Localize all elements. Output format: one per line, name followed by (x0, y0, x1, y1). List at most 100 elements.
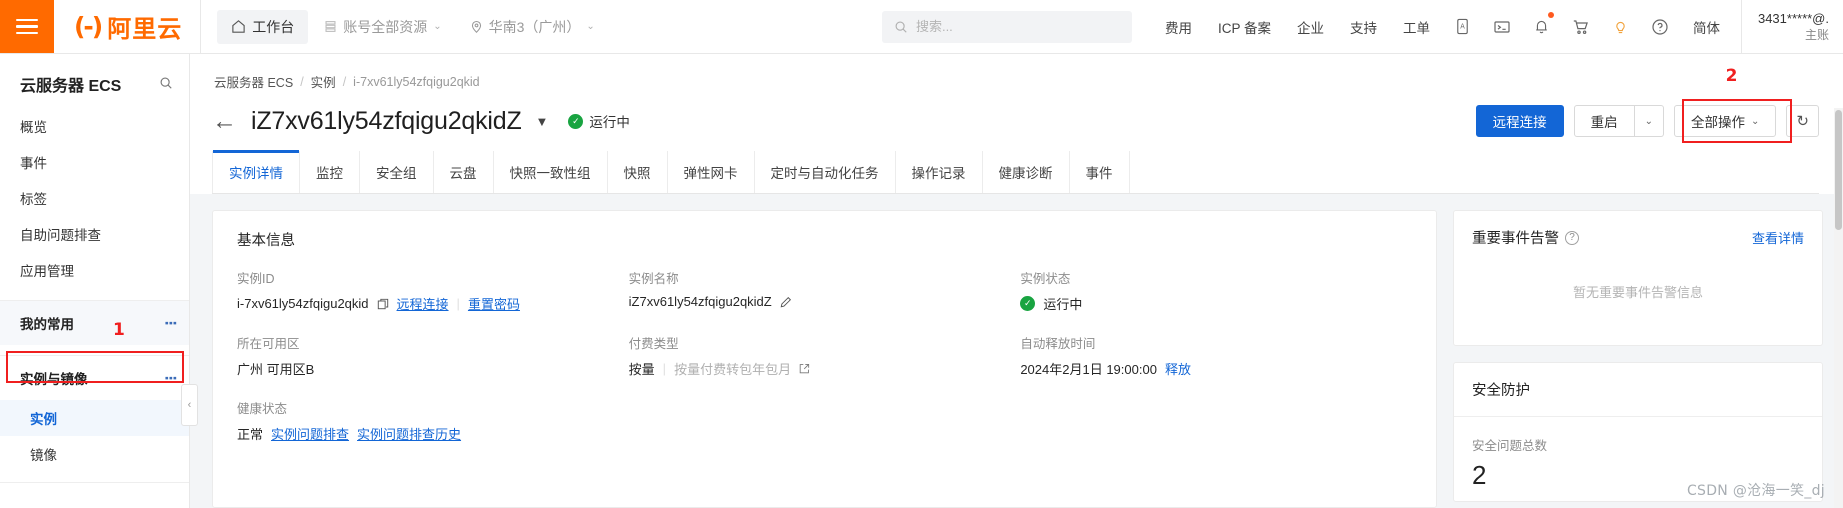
tab-instance-detail[interactable]: 实例详情 (212, 150, 300, 193)
field-value-row: 按量 | 按量付费转包年包月 (629, 359, 1021, 378)
tab-snapshots[interactable]: 快照 (608, 151, 668, 193)
security-card-title: 安全防护 (1454, 363, 1822, 417)
release-link[interactable]: 释放 (1165, 359, 1191, 378)
divider: | (662, 361, 667, 376)
sidebar-item-app-management[interactable]: 应用管理 (0, 254, 189, 290)
page-scrollbar-thumb[interactable] (1835, 110, 1842, 230)
remote-connect-link[interactable]: 远程连接 (397, 294, 449, 313)
security-metric-label: 安全问题总数 (1472, 439, 1548, 453)
region-label: 华南3（广州） (488, 18, 581, 35)
divider: | (456, 296, 460, 311)
pencil-icon[interactable] (780, 296, 792, 308)
nav-item-fee[interactable]: 费用 (1152, 0, 1205, 53)
nav-item-ticket[interactable]: 工单 (1390, 0, 1443, 53)
refresh-icon[interactable]: ↻ (1786, 105, 1819, 137)
bulb-icon[interactable] (1601, 0, 1640, 53)
tab-disks[interactable]: 云盘 (434, 151, 494, 193)
right-column: 重要事件告警 ? 查看详情 暂无重要事件告警信息 安全防护 安全问题总数 2 (1453, 210, 1823, 508)
app-icon[interactable]: A (1443, 0, 1482, 53)
global-search[interactable] (881, 10, 1132, 43)
question-circle-icon[interactable]: ? (1565, 230, 1579, 245)
sidebar-item-self-troubleshoot[interactable]: 自助问题排查 (0, 218, 189, 254)
sidebar-item-instances[interactable]: 实例 (0, 400, 189, 436)
event-alarm-title: 重要事件告警 (1472, 231, 1559, 247)
instance-troubleshoot-link[interactable]: 实例问题排查 (271, 424, 349, 443)
top-navigation-bar: (-) 阿里云 工作台 账号全部资源 ⌄ 华南3（广州） ⌄ 搜索... 费用 … (0, 0, 1843, 54)
restart-dropdown-button[interactable]: ⌄ (1634, 105, 1665, 137)
page-scrollbar[interactable] (1834, 108, 1843, 508)
terminal-icon[interactable] (1482, 0, 1522, 53)
more-options-icon[interactable]: ⋮ (163, 316, 179, 330)
security-protection-card: 安全防护 安全问题总数 2 (1453, 362, 1823, 502)
instance-status-value: 运行中 (1043, 297, 1083, 312)
tab-snapshot-consistency-group[interactable]: 快照一致性组 (494, 151, 608, 193)
workbench-label: 工作台 (252, 18, 295, 35)
resource-scope-selector[interactable]: 账号全部资源 ⌄ (312, 10, 453, 44)
content-inner: 云服务器 ECS / 实例 / i-7xv61ly54zfqigu2qkid ←… (190, 54, 1843, 508)
region-selector[interactable]: 华南3（广州） ⌄ (458, 10, 607, 44)
sidebar-item-images[interactable]: 镜像 (0, 436, 189, 472)
field-instance-id: 实例ID i-7xv61ly54zfqigu2qkid 远程连接 | 重置密码 (237, 268, 629, 313)
card-header: 重要事件告警 ? 查看详情 (1472, 227, 1804, 248)
field-label: 付费类型 (628, 337, 679, 351)
cart-icon[interactable] (1561, 0, 1601, 53)
tab-events[interactable]: 事件 (1070, 151, 1130, 193)
field-value-row: i-7xv61ly54zfqigu2qkid 远程连接 | 重置密码 (237, 294, 629, 313)
sidebar-collapse-toggle[interactable]: ‹ (181, 384, 198, 426)
convert-to-subscription-link[interactable]: 按量付费转包年包月 (674, 359, 791, 378)
bell-icon[interactable] (1522, 0, 1561, 53)
all-actions-button[interactable]: 全部操作 ⌄ (1674, 105, 1777, 137)
breadcrumb-root[interactable]: 云服务器 ECS (214, 72, 293, 91)
page-body: 云服务器 ECS 概览 事件 标签 自助问题排查 应用管理 我的常用 ⋮ 实例与… (0, 54, 1843, 508)
external-link-icon[interactable] (799, 363, 810, 374)
sidebar-group-favorites-label: 我的常用 (20, 317, 74, 332)
breadcrumb-separator: / (300, 74, 304, 89)
copy-icon[interactable] (377, 298, 389, 310)
more-options-icon[interactable]: ⋮ (163, 371, 179, 385)
ecs-console-page: (-) 阿里云 工作台 账号全部资源 ⌄ 华南3（广州） ⌄ 搜索... 费用 … (0, 0, 1843, 508)
field-value-row: ✓ 运行中 (1020, 294, 1412, 313)
zone-value: 广州 可用区B (237, 362, 315, 377)
field-auto-release-time: 自动释放时间 2024年2月1日 19:00:00 释放 (1020, 333, 1412, 378)
chevron-down-icon: ⌄ (586, 21, 595, 32)
payment-type-value: 按量 (628, 362, 655, 377)
tab-health-diagnosis[interactable]: 健康诊断 (983, 151, 1070, 193)
aliyun-logo[interactable]: (-) 阿里云 (54, 0, 202, 53)
nav-item-icp[interactable]: ICP 备案 (1205, 0, 1284, 53)
view-detail-link[interactable]: 查看详情 (1752, 228, 1804, 247)
content-area: 云服务器 ECS / 实例 / i-7xv61ly54zfqigu2qkid ←… (190, 54, 1843, 508)
chevron-down-icon[interactable]: ▼ (536, 114, 549, 129)
sidebar-group-favorites[interactable]: 我的常用 ⋮ (0, 301, 189, 345)
sidebar-item-tags[interactable]: 标签 (0, 182, 189, 218)
remote-connect-button[interactable]: 远程连接 (1475, 105, 1564, 137)
tab-scheduled-tasks[interactable]: 定时与自动化任务 (755, 151, 896, 193)
field-value-row: iZ7xv61ly54zfqigu2qkidZ (629, 294, 1021, 309)
hamburger-icon[interactable] (0, 0, 54, 53)
chevron-down-icon: ⌄ (1644, 115, 1654, 127)
instance-troubleshoot-history-link[interactable]: 实例问题排查历史 (357, 424, 461, 443)
breadcrumb-instances[interactable]: 实例 (311, 72, 336, 91)
language-selector[interactable]: 简体 (1680, 0, 1733, 53)
help-icon[interactable] (1640, 0, 1680, 53)
sidebar-item-events[interactable]: 事件 (0, 146, 189, 182)
restart-button[interactable]: 重启 (1573, 105, 1635, 137)
basic-info-grid: 实例ID i-7xv61ly54zfqigu2qkid 远程连接 | 重置密码 … (237, 268, 1412, 443)
tab-security-group[interactable]: 安全组 (360, 151, 434, 193)
back-arrow-icon[interactable]: ← (212, 108, 239, 134)
logo-mark-icon: (-) (74, 12, 103, 41)
sidebar-group-instances[interactable]: 实例与镜像 ⋮ (0, 356, 189, 400)
event-alarm-empty-text: 暂无重要事件告警信息 (1572, 285, 1703, 300)
search-icon[interactable] (159, 76, 173, 93)
account-menu[interactable]: 3431*****@. 主账 (1740, 0, 1843, 53)
nav-item-enterprise[interactable]: 企业 (1284, 0, 1337, 53)
nav-item-support[interactable]: 支持 (1337, 0, 1390, 53)
reset-password-link[interactable]: 重置密码 (468, 294, 520, 313)
tab-elastic-nic[interactable]: 弹性网卡 (668, 151, 755, 193)
workbench-button[interactable]: 工作台 (217, 9, 309, 44)
search-input[interactable] (915, 19, 1120, 34)
security-card-body: 安全问题总数 2 (1454, 417, 1822, 501)
tab-operation-log[interactable]: 操作记录 (896, 151, 983, 193)
tab-monitoring[interactable]: 监控 (300, 151, 360, 193)
sidebar-item-overview[interactable]: 概览 (0, 110, 189, 146)
